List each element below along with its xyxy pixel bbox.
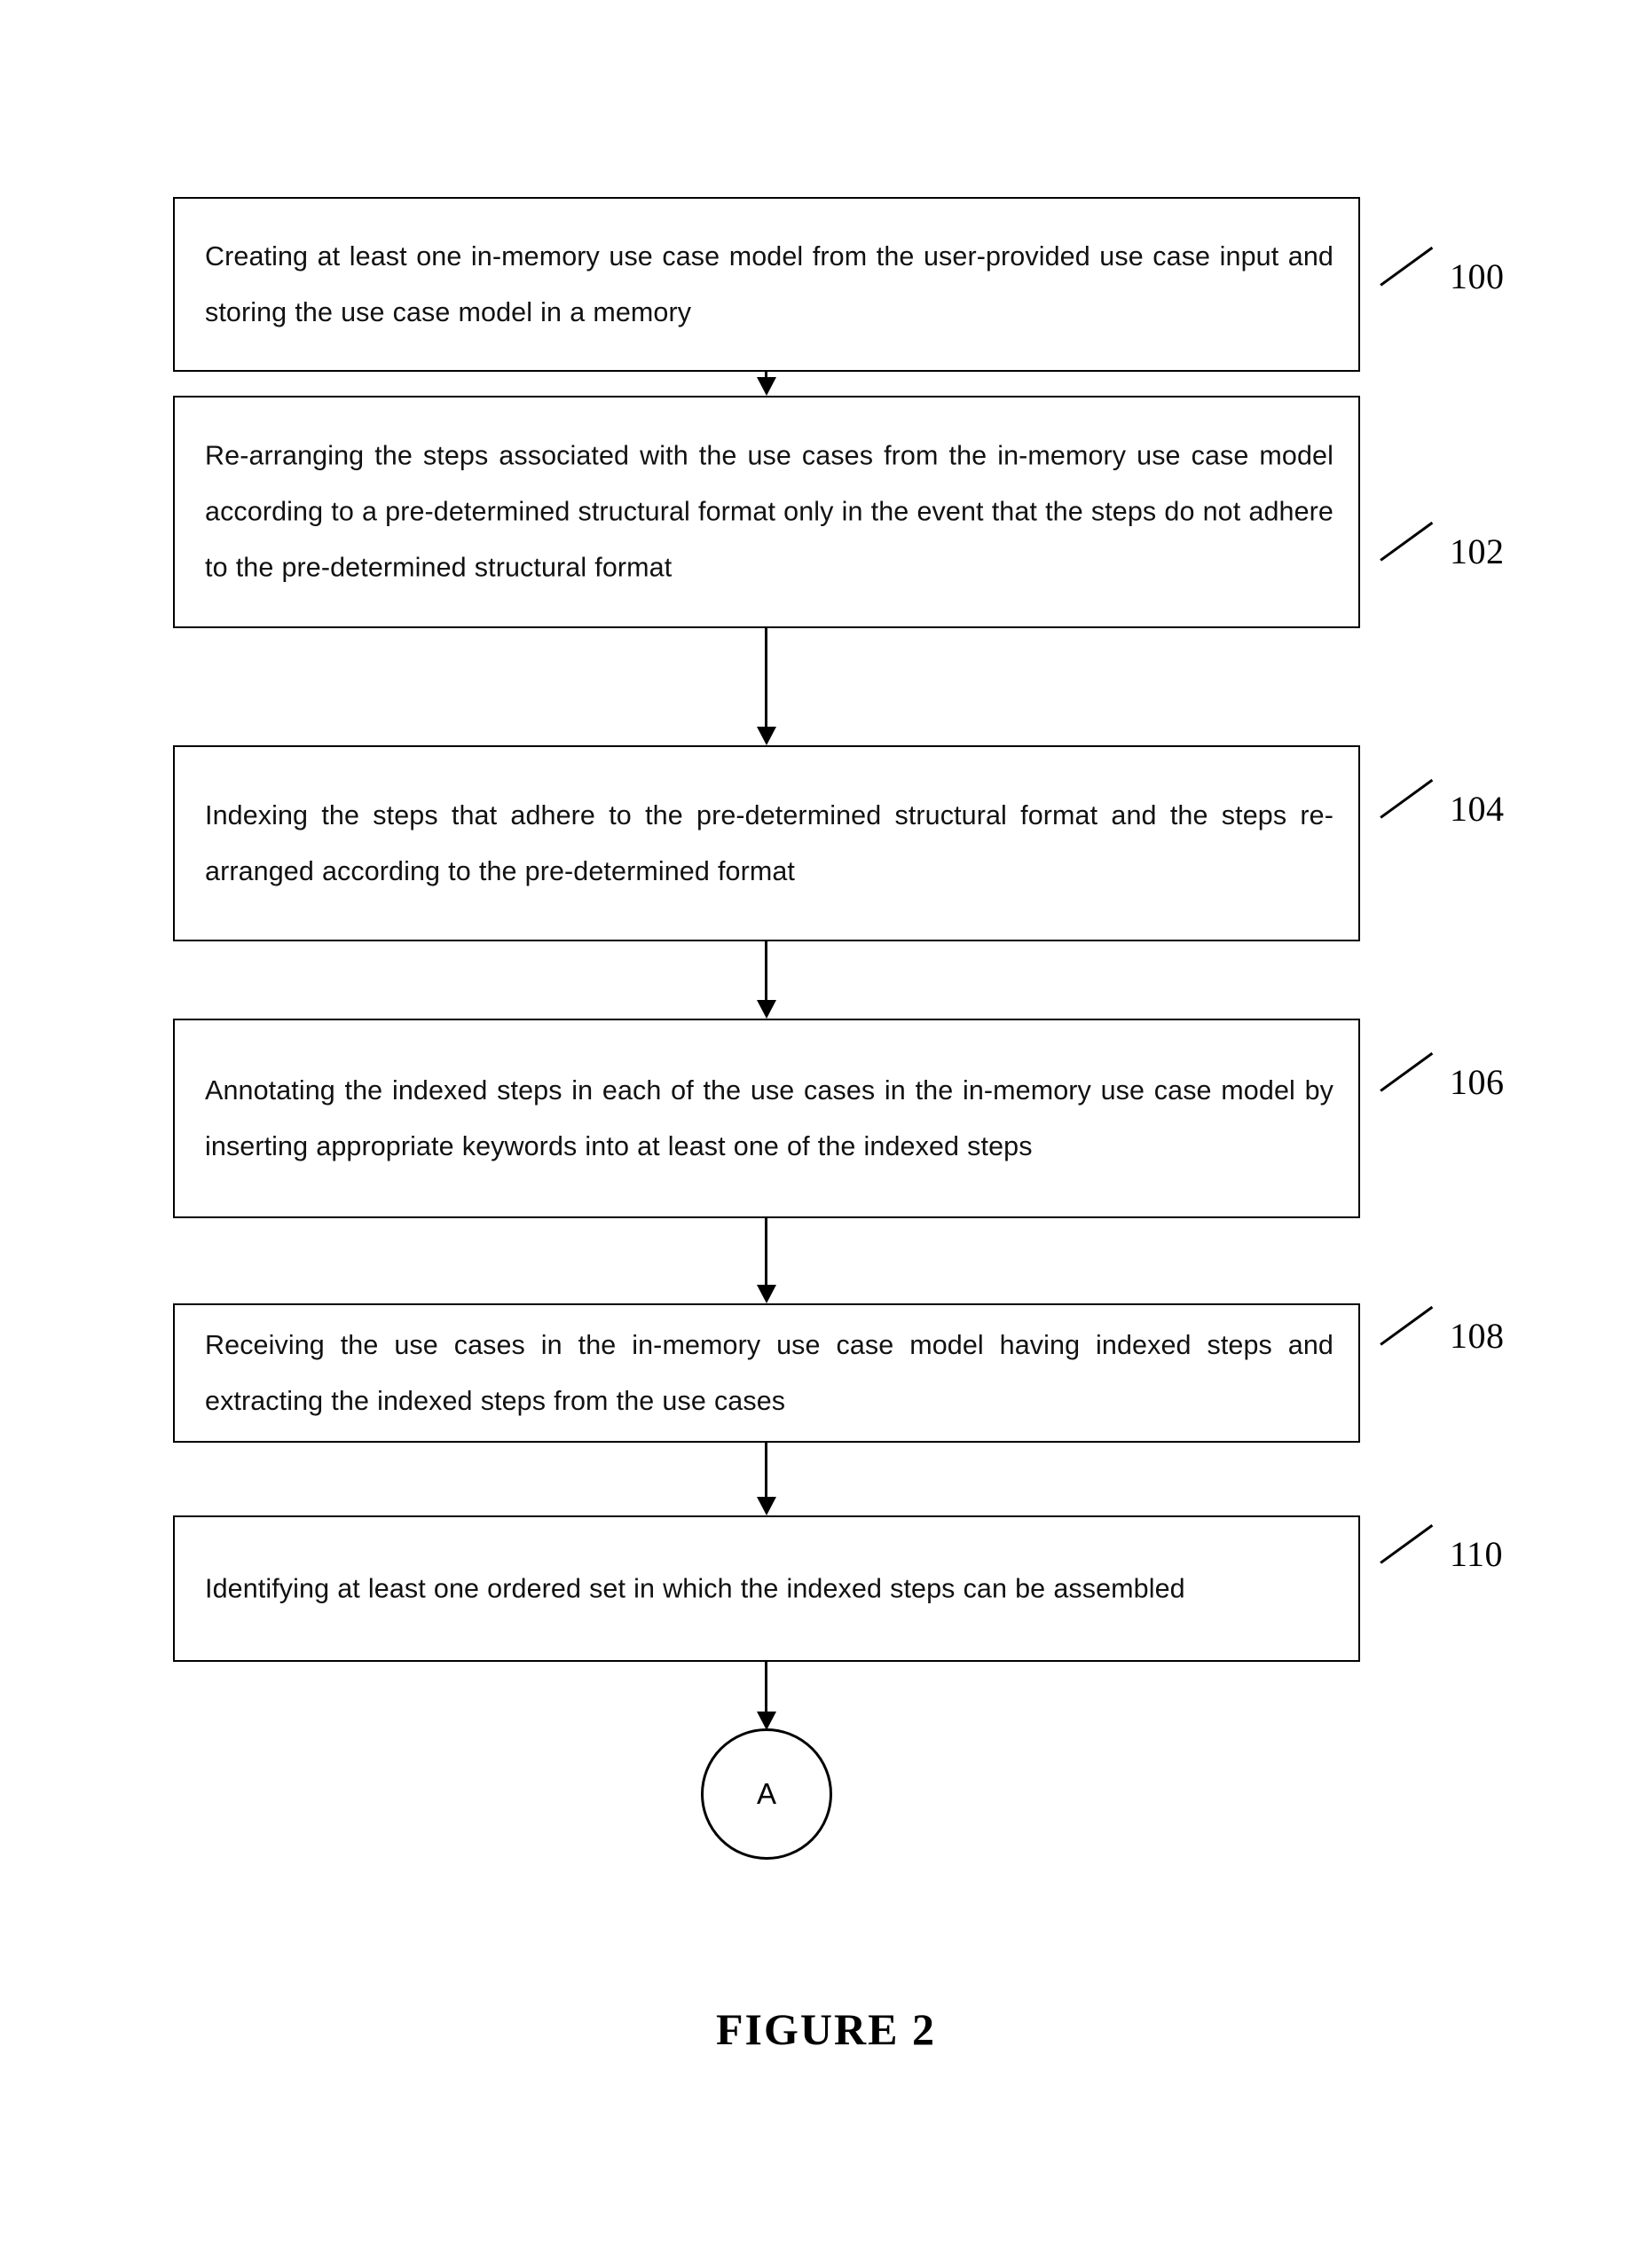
leader-line: [1380, 1523, 1433, 1564]
flow-step-text-104: Indexing the steps that adhere to the pr…: [205, 799, 1333, 886]
flow-arrow-100-to-102: [757, 372, 776, 396]
flow-step-text-110: Identifying at least one ordered set in …: [205, 1573, 1185, 1603]
arrow-shaft: [765, 1218, 767, 1287]
figure-caption: FIGURE 2: [716, 2004, 936, 2054]
leader-line: [1380, 1305, 1433, 1346]
flow-step-text-108: Receiving the use cases in the in-memory…: [205, 1329, 1333, 1416]
flow-step-text-100: Creating at least one in-memory use case…: [205, 240, 1333, 327]
off-page-connector-label: A: [756, 1777, 776, 1810]
arrow-shaft: [765, 1443, 767, 1499]
arrow-shaft: [765, 628, 767, 728]
arrow-head-icon: [757, 1712, 776, 1730]
flow-step-box-104: Indexing the steps that adhere to the pr…: [173, 745, 1360, 941]
arrow-head-icon: [757, 1000, 776, 1019]
arrow-shaft: [765, 1662, 767, 1713]
reference-numeral-label: 110: [1450, 1534, 1504, 1574]
leader-line: [1380, 778, 1433, 819]
flow-step-box-110: Identifying at least one ordered set in …: [173, 1515, 1360, 1662]
flow-step-box-108: Receiving the use cases in the in-memory…: [173, 1303, 1360, 1443]
flow-step-text-102: Re-arranging the steps associated with t…: [205, 440, 1333, 583]
flow-arrow-106-to-108: [757, 1218, 776, 1303]
reference-numeral-label: 102: [1450, 531, 1505, 571]
flow-arrow-104-to-106: [757, 941, 776, 1019]
arrow-head-icon: [757, 1285, 776, 1303]
arrow-head-icon: [757, 377, 776, 396]
reference-numeral-label: 106: [1450, 1062, 1505, 1102]
flow-arrow-110-to-connector: [757, 1662, 776, 1730]
flow-step-box-102: Re-arranging the steps associated with t…: [173, 396, 1360, 628]
arrow-shaft: [765, 941, 767, 1002]
off-page-connector-circle: A: [701, 1728, 832, 1860]
figure-sheet: Creating at least one in-memory use case…: [0, 0, 1652, 2243]
flow-step-text-106: Annotating the indexed steps in each of …: [205, 1074, 1333, 1161]
flow-arrow-108-to-110: [757, 1443, 776, 1515]
flow-step-box-100: Creating at least one in-memory use case…: [173, 197, 1360, 372]
leader-line: [1380, 521, 1433, 562]
reference-numeral-label: 104: [1450, 789, 1505, 829]
flow-arrow-102-to-104: [757, 628, 776, 745]
leader-line: [1380, 1051, 1433, 1092]
leader-line: [1380, 246, 1433, 287]
arrow-head-icon: [757, 1497, 776, 1515]
reference-numeral-label: 108: [1450, 1316, 1505, 1356]
flow-step-box-106: Annotating the indexed steps in each of …: [173, 1019, 1360, 1218]
arrow-head-icon: [757, 727, 776, 745]
reference-numeral-label: 100: [1450, 256, 1505, 296]
